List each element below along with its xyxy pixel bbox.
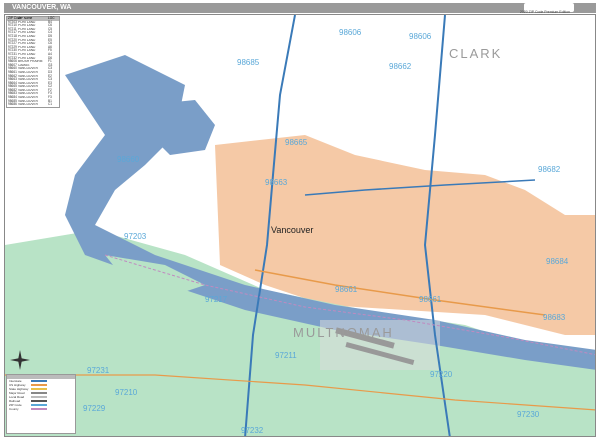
zip-label: 97229 <box>83 404 106 413</box>
zip-label: 98661 <box>419 295 442 304</box>
zip-code-table: ZIP Code ZIP Name LOC 97203 PORTLAND B4 972… <box>6 16 60 108</box>
county-label-wa: CLARK <box>449 46 502 61</box>
zip-label: 98663 <box>265 178 288 187</box>
zip-label: 98665 <box>285 138 308 147</box>
legend-swatch <box>31 404 47 406</box>
legend-swatch <box>31 384 47 386</box>
city-label: Vancouver <box>271 225 313 235</box>
zip-label: 98684 <box>546 257 569 266</box>
zip-label: 98685 <box>237 58 260 67</box>
zip-label: 98683 <box>543 313 566 322</box>
zip-label: 98606 <box>339 28 362 37</box>
zip-table-body: 97203 PORTLAND B4 97210 PORTLAND C6 97211 PORTL… <box>7 20 59 107</box>
zip-table-row: 98686 VANCOUVER C1 <box>8 102 53 107</box>
county-label-or: MULTNOMAH <box>293 325 394 340</box>
legend-body: Interstate US Highway State Highway Major R… <box>7 379 75 411</box>
zip-label: 97203 <box>124 232 147 241</box>
legend-swatch <box>31 400 47 402</box>
legend-swatch <box>31 408 47 410</box>
legend-swatch <box>31 388 47 390</box>
legend-swatch <box>31 396 47 398</box>
zip-label: 97232 <box>241 426 264 435</box>
zip-label: 98662 <box>389 62 412 71</box>
north-arrow-icon <box>10 350 30 370</box>
map-title: VANCOUVER, WA <box>12 4 72 11</box>
zip-label: 98661 <box>335 285 358 294</box>
map-poster: VANCOUVER, WA 2020 ZIP Code Premium Edit… <box>0 0 600 439</box>
zip-label: 98606 <box>409 32 432 41</box>
map-svg: 98606 98606 98685 98662 98665 98660 9868… <box>5 15 595 436</box>
legend-row: County <box>7 407 75 411</box>
legend-swatch <box>31 380 47 382</box>
map-canvas[interactable]: 98606 98606 98685 98662 98665 98660 9868… <box>4 14 596 437</box>
zip-label: 98660 <box>117 155 140 164</box>
zip-label: 97210 <box>115 388 138 397</box>
zip-label: 97217 <box>205 295 228 304</box>
legend-swatch <box>31 392 47 394</box>
map-legend: Interstate US Highway State Highway Major R… <box>6 374 76 434</box>
title-bar: VANCOUVER, WA <box>4 3 596 13</box>
zip-label: 97211 <box>275 351 297 360</box>
zip-label: 98682 <box>538 165 561 174</box>
zip-label: 97230 <box>517 410 540 419</box>
zip-label: 97231 <box>87 366 110 375</box>
zip-label: 97220 <box>430 370 453 379</box>
